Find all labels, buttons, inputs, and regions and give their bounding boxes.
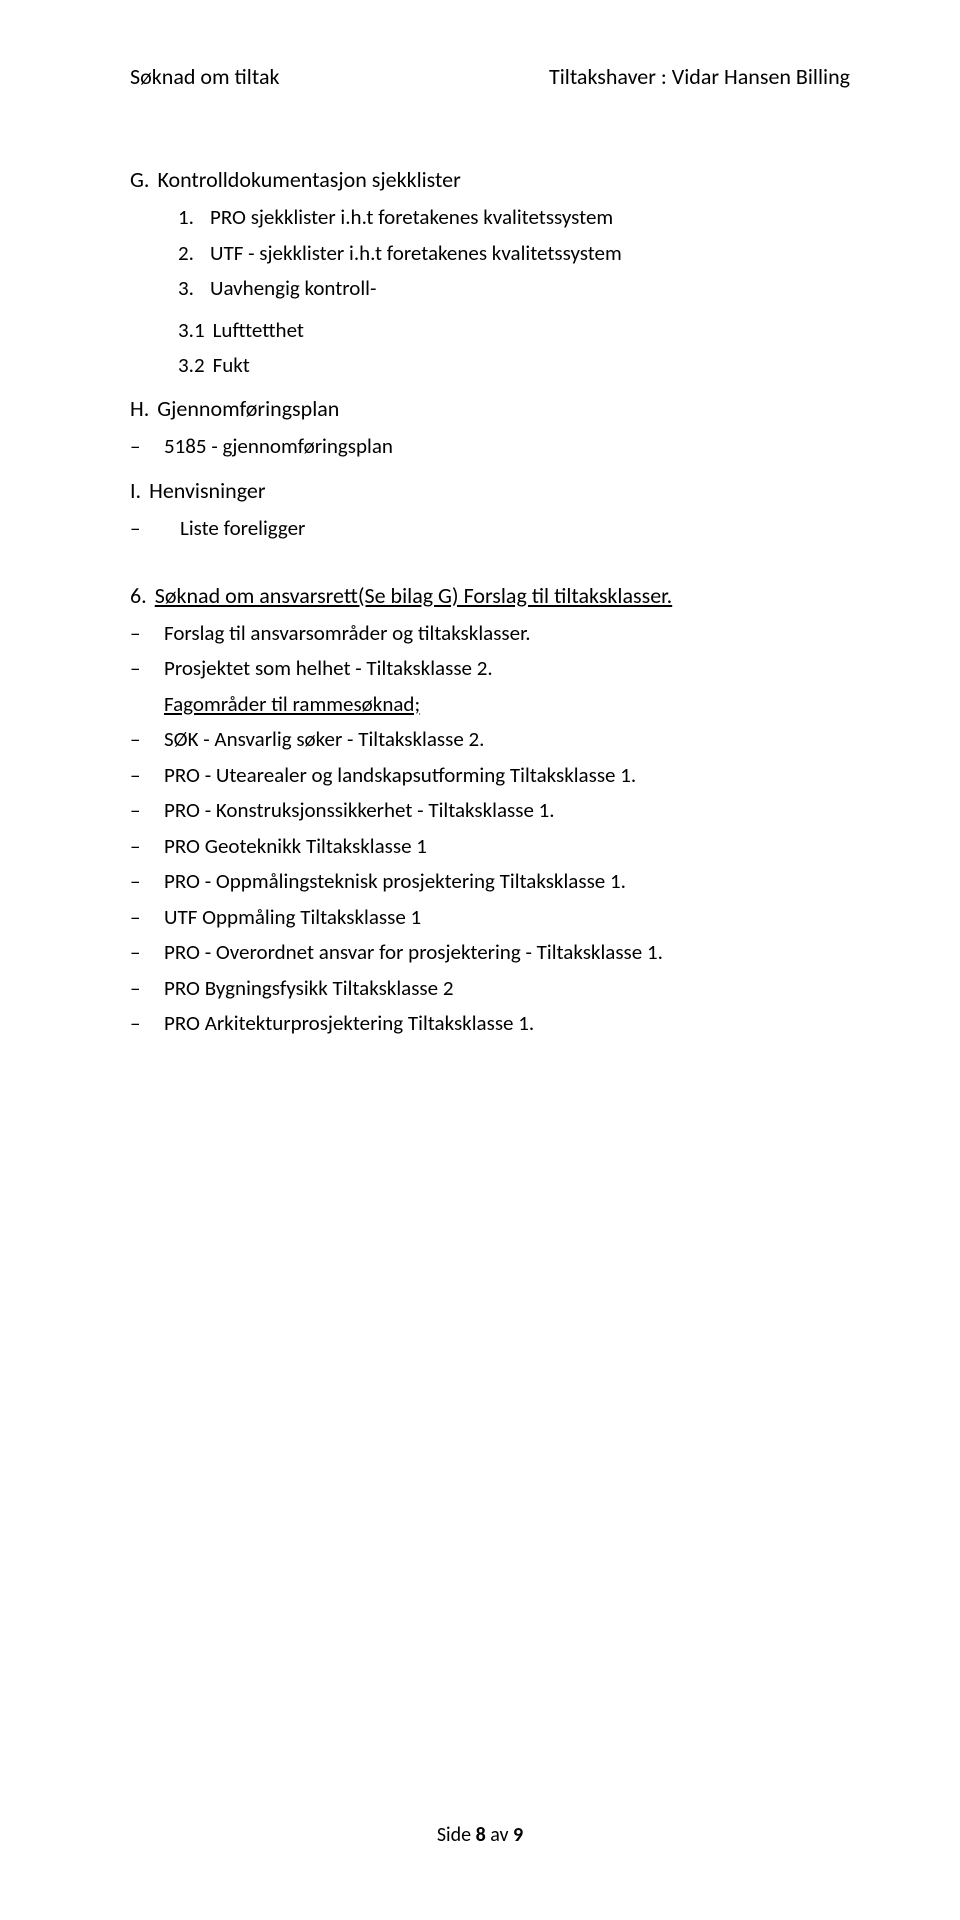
list-item: 3. Uavhengig kontroll- [178,273,850,305]
list-item: – Liste foreligger [130,513,850,545]
dash-icon: – [130,795,144,827]
item-text: Liste foreligger [164,513,305,545]
list-item: – PRO Bygningsfysikk Tiltaksklasse 2 [130,973,850,1005]
item-text: SØK - Ansvarlig søker - Tiltaksklasse 2. [164,724,485,756]
item-text: PRO - Oppmålingsteknisk prosjektering Ti… [164,866,626,898]
section-6-intro-list: – Forslag til ansvarsområder og tiltaksk… [130,618,850,685]
dash-icon: – [130,831,144,863]
section-h-title: Gjennomføringsplan [157,392,339,425]
item-number: 2. [178,238,202,270]
header-right: Tiltakshaver : Vidar Hansen Billing [549,60,850,93]
section-6-title: Søknad om ansvarsrett(Se bilag G) Forsla… [155,579,672,612]
item-text: PRO - Overordnet ansvar for prosjekterin… [164,937,663,969]
item-text: Fukt [213,350,250,382]
section-6-subheading: Fagområder til rammesøknad; [164,691,420,717]
section-h-list: – 5185 - gjennomføringsplan [130,431,850,463]
item-number: 3.2 [178,350,205,382]
list-item: 3.2 Fukt [178,350,850,382]
section-6-heading: 6. Søknad om ansvarsrett(Se bilag G) For… [130,579,850,612]
dash-icon: – [130,866,144,898]
section-g-title: Kontrolldokumentasjon sjekklister [157,163,460,196]
item-text: Lufttetthet [213,315,304,347]
page-footer: Side 8 av 9 [0,1820,960,1850]
section-i-marker: I. [130,474,141,507]
list-item: – PRO Geoteknikk Tiltaksklasse 1 [130,831,850,863]
dash-icon: – [130,902,144,934]
item-text: PRO sjekklister i.h.t foretakenes kvalit… [210,202,613,234]
dash-icon: – [130,513,144,545]
list-item: – 5185 - gjennomføringsplan [130,431,850,463]
section-g-sublist: 3.1 Lufttetthet 3.2 Fukt [130,315,850,382]
item-text: PRO - Utearealer og landskapsutforming T… [164,760,636,792]
section-h-marker: H. [130,392,149,425]
list-item: 2. UTF - sjekklister i.h.t foretakenes k… [178,238,850,270]
dash-icon: – [130,973,144,1005]
footer-av-label: av [486,1823,513,1847]
item-text: PRO Geoteknikk Tiltaksklasse 1 [164,831,427,863]
item-text: PRO Arkitekturprosjektering Tiltaksklass… [164,1008,534,1040]
section-g-marker: G. [130,163,149,196]
item-number: 3. [178,273,202,305]
section-g-list: 1. PRO sjekklister i.h.t foretakenes kva… [130,202,850,305]
dash-icon: – [130,937,144,969]
list-item: – PRO Arkitekturprosjektering Tiltakskla… [130,1008,850,1040]
item-text: PRO - Konstruksjonssikkerhet - Tiltakskl… [164,795,555,827]
item-text: UTF Oppmåling Tiltaksklasse 1 [164,902,421,934]
section-6-faglist: – SØK - Ansvarlig søker - Tiltaksklasse … [130,724,850,1040]
list-item: – UTF Oppmåling Tiltaksklasse 1 [130,902,850,934]
list-item: – PRO - Utearealer og landskapsutforming… [130,760,850,792]
section-i-heading: I. Henvisninger [130,474,850,507]
list-item: – Forslag til ansvarsområder og tiltaksk… [130,618,850,650]
dash-icon: – [130,618,144,650]
item-text: Uavhengig kontroll- [210,273,376,305]
footer-total-pages: 9 [513,1823,523,1847]
section-i-list: – Liste foreligger [130,513,850,545]
item-number: 3.1 [178,315,205,347]
item-text: 5185 - gjennomføringsplan [164,431,393,463]
section-g-heading: G. Kontrolldokumentasjon sjekklister [130,163,850,196]
list-item: 1. PRO sjekklister i.h.t foretakenes kva… [178,202,850,234]
item-text: UTF - sjekklister i.h.t foretakenes kval… [210,238,622,270]
dash-icon: – [130,760,144,792]
dash-icon: – [130,1008,144,1040]
list-item: – PRO - Oppmålingsteknisk prosjektering … [130,866,850,898]
item-text: Prosjektet som helhet - Tiltaksklasse 2. [164,653,493,685]
item-text: Forslag til ansvarsområder og tiltakskla… [164,618,531,650]
document-header: Søknad om tiltak Tiltakshaver : Vidar Ha… [130,60,850,93]
list-item: 3.1 Lufttetthet [178,315,850,347]
footer-page-number: 8 [476,1823,486,1847]
dash-icon: – [130,431,144,463]
list-item: – Prosjektet som helhet - Tiltaksklasse … [130,653,850,685]
dash-icon: – [130,724,144,756]
section-h-heading: H. Gjennomføringsplan [130,392,850,425]
section-6-marker: 6. [130,579,147,612]
list-item: – PRO - Overordnet ansvar for prosjekter… [130,937,850,969]
footer-side-label: Side [437,1823,476,1847]
list-item: – SØK - Ansvarlig søker - Tiltaksklasse … [130,724,850,756]
dash-icon: – [130,653,144,685]
section-i-title: Henvisninger [149,474,265,507]
item-number: 1. [178,202,202,234]
item-text: PRO Bygningsfysikk Tiltaksklasse 2 [164,973,454,1005]
list-item: – PRO - Konstruksjonssikkerhet - Tiltaks… [130,795,850,827]
header-left: Søknad om tiltak [130,60,279,93]
